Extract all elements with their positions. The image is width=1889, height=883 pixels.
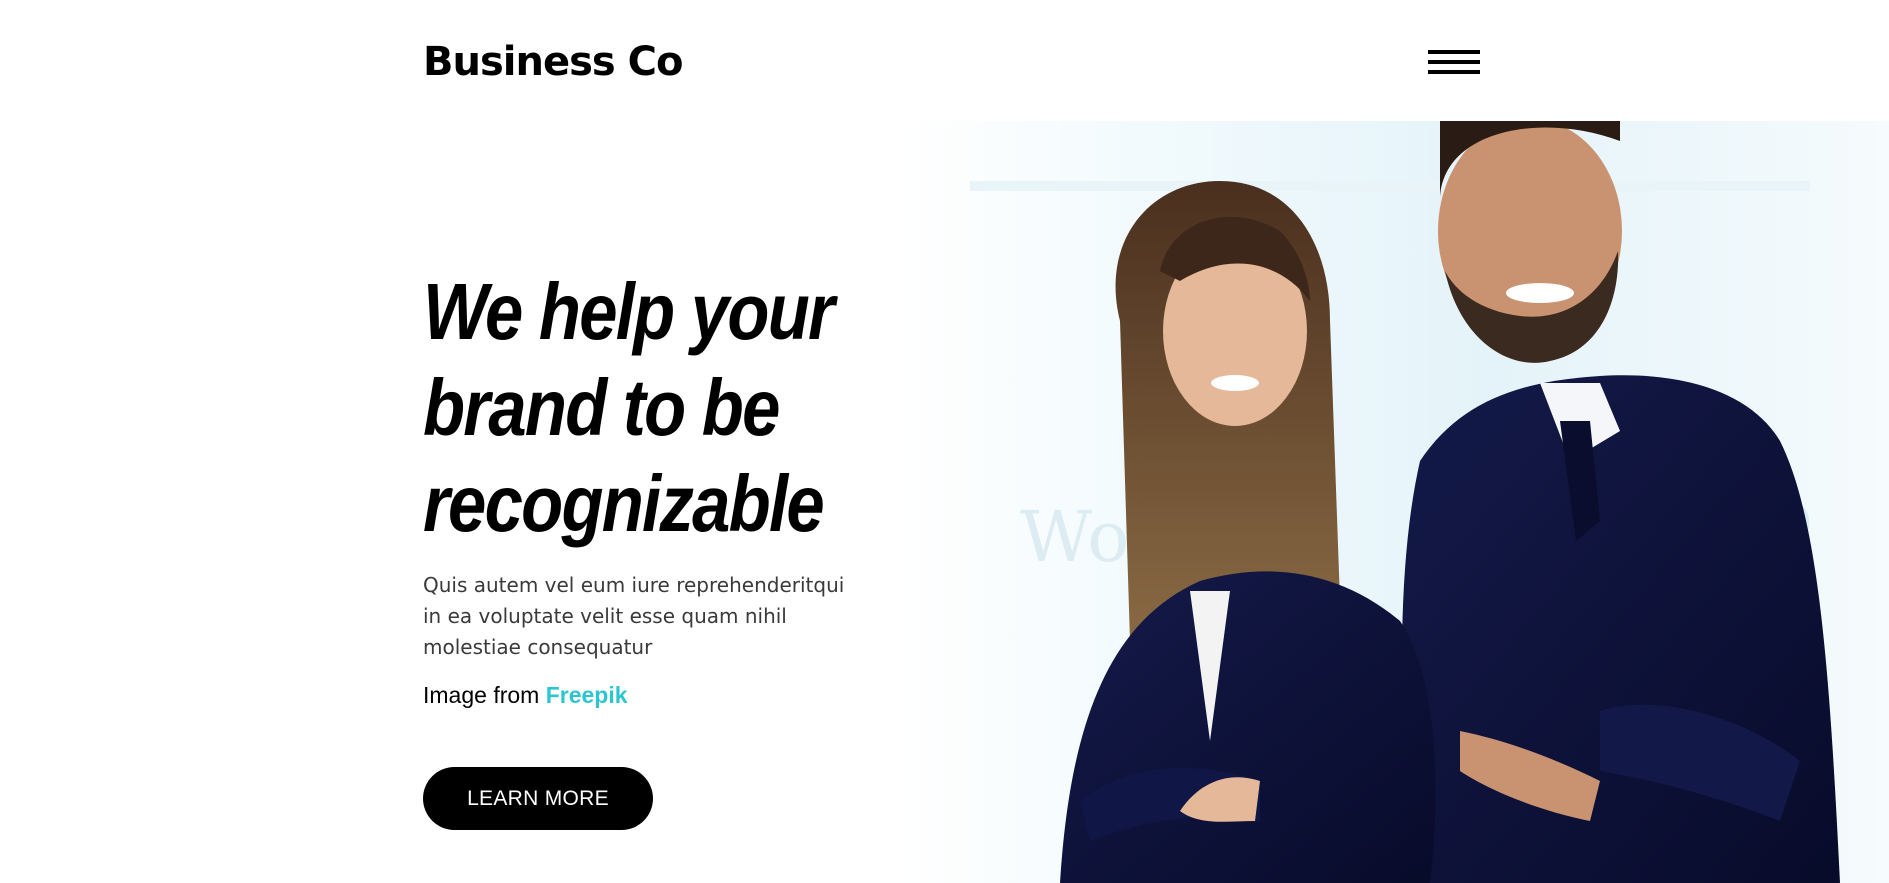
hero-image: Work Sp (900, 121, 1889, 883)
landing-page: Business Co Work We help your brand to b… (0, 0, 1889, 883)
hero-lead-text: Quis autem vel eum iure reprehenderitqui… (423, 573, 845, 659)
menu-bar (1428, 60, 1480, 64)
menu-bar (1428, 50, 1480, 54)
hamburger-menu-icon[interactable] (1428, 48, 1480, 78)
image-credit: Image from Freepik (423, 682, 628, 709)
brand-logo[interactable]: Business Co (423, 36, 683, 88)
freepik-link[interactable]: Freepik (546, 682, 628, 708)
menu-bar (1428, 70, 1480, 74)
hero-headline: We help your brand to be recognizable (423, 267, 835, 548)
credit-prefix: Image from (423, 682, 540, 708)
learn-more-button[interactable]: LEARN MORE (423, 767, 653, 830)
